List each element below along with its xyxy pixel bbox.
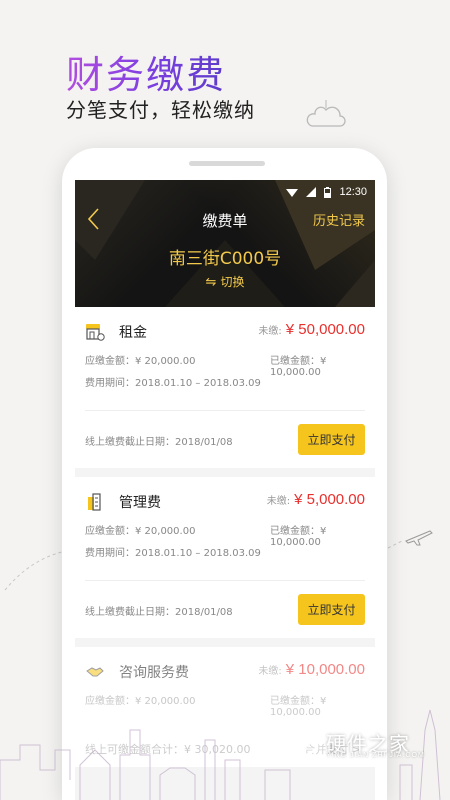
pay-now-button[interactable]: 立即支付	[298, 594, 365, 625]
phone-speaker	[189, 161, 265, 166]
unpaid-amount-group: 未缴: ¥ 5,000.00	[267, 491, 365, 508]
bill-header: 12:30 缴费单 历史记录 南三街C000号 ⇋ 切换	[75, 180, 375, 307]
nav-bar: 缴费单 历史记录	[75, 206, 375, 232]
fee-period: 费用期间：2018.01.10 – 2018.03.09	[85, 548, 261, 559]
bill-name: 咨询服务费	[119, 665, 189, 681]
building-icon	[88, 493, 101, 511]
promo-subtitle: 分笔支付，轻松缴纳	[66, 98, 255, 122]
pay-now-button[interactable]: 立即支付	[298, 424, 365, 455]
unpaid-amount-group: 未缴: ¥ 50,000.00	[258, 321, 365, 338]
property-address: 南三街C000号	[168, 249, 282, 269]
due-amount: 应缴金额：¥ 20,000.00	[85, 526, 196, 537]
unpaid-label: 未缴:	[266, 496, 291, 507]
bill-name: 管理费	[119, 495, 161, 511]
bill-card: 租金 未缴: ¥ 50,000.00 应缴金额：¥ 20,000.00 已缴金额…	[75, 307, 375, 468]
battery-icon	[324, 186, 332, 198]
watermark: 硬件之家 YING JIAN ZHI JIA.COM	[286, 720, 436, 764]
unpaid-amount: ¥ 10,000.00	[285, 661, 365, 678]
due-amount: 应缴金额：¥ 20,000.00	[85, 356, 196, 367]
payment-deadline: 线上缴费截止日期：2018/01/08	[85, 607, 233, 618]
history-link[interactable]: 历史记录	[313, 210, 365, 229]
bill-card: 管理费 未缴: ¥ 5,000.00 应缴金额：¥ 20,000.00 已缴金额…	[75, 477, 375, 638]
cloud-icon	[306, 100, 346, 127]
unpaid-amount-group: 未缴: ¥ 10,000.00	[258, 661, 365, 678]
switch-property-button[interactable]: ⇋ 切换	[75, 273, 375, 290]
fee-period: 费用期间：2018.01.10 – 2018.03.09	[85, 378, 261, 389]
plane-icon	[405, 530, 433, 546]
handshake-icon	[86, 667, 104, 677]
amount-row: 应缴金额：¥ 20,000.00 已缴金额：¥ 10,000.00	[85, 522, 365, 548]
watermark-logo-icon	[287, 725, 319, 759]
amount-row: 应缴金额：¥ 20,000.00 已缴金额：¥ 10,000.00	[85, 352, 365, 378]
unpaid-label: 未缴:	[258, 326, 282, 337]
period-row: 费用期间：2018.01.10 – 2018.03.09	[85, 544, 365, 559]
unpaid-amount: ¥ 5,000.00	[294, 491, 365, 508]
promo-title: 财务缴费	[66, 44, 226, 99]
unpaid-label: 未缴:	[258, 666, 282, 677]
switch-label: 切换	[220, 275, 245, 289]
wifi-icon	[286, 189, 299, 197]
bill-name: 租金	[119, 325, 147, 341]
status-time: 12:30	[339, 186, 367, 198]
shop-icon	[86, 324, 105, 341]
switch-arrows-icon: ⇋	[205, 275, 217, 290]
payment-deadline: 线上缴费截止日期：2018/01/08	[85, 437, 233, 448]
watermark-url: YING JIAN ZHI JIA.COM	[326, 752, 425, 759]
unpaid-amount: ¥ 50,000.00	[285, 321, 365, 338]
signal-icon	[306, 187, 317, 197]
status-bar: 12:30	[286, 184, 367, 200]
period-row: 费用期间：2018.01.10 – 2018.03.09	[85, 374, 365, 389]
